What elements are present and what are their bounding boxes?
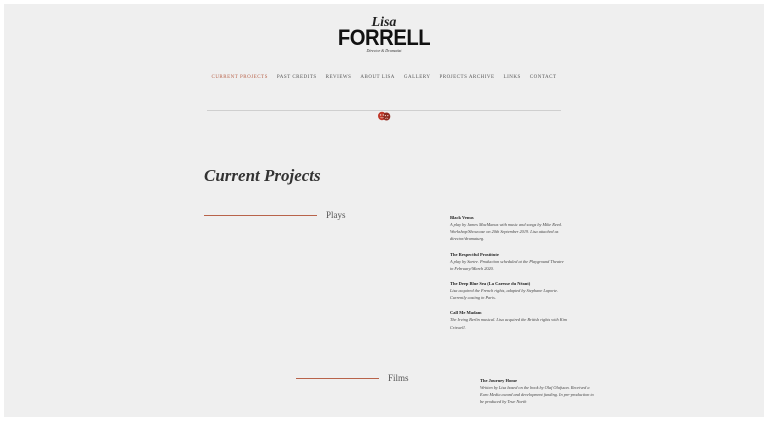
project-item: The Journey Home Written by Lisa based o… <box>480 377 598 406</box>
project-title: The Deep Blue Sea (La Caresse du Néant) <box>450 281 531 287</box>
films-section-label: Films <box>388 373 409 383</box>
project-title: Call Me Madam <box>450 310 482 316</box>
project-item: Call Me Madam The Irving Berlin musical.… <box>450 309 568 330</box>
project-title: The Journey Home <box>480 378 517 383</box>
page: Lisa FORRELL Director & Dramatist CURREN… <box>4 4 764 417</box>
nav-past-credits[interactable]: PAST CREDITS <box>277 75 317 80</box>
page-title: Current Projects <box>204 166 321 185</box>
nav-gallery[interactable]: GALLERY <box>404 75 431 80</box>
main-nav: CURRENT PROJECTS PAST CREDITS REVIEWS AB… <box>4 75 764 80</box>
logo-tagline: Director & Dramatist <box>366 48 402 53</box>
films-section-rule <box>296 378 379 379</box>
project-item: Black Venus A play by James MacManus wit… <box>450 214 568 243</box>
films-project-list: The Journey Home Written by Lisa based o… <box>480 377 598 414</box>
nav-current-projects[interactable]: CURRENT PROJECTS <box>211 75 267 80</box>
nav-about-lisa[interactable]: ABOUT LISA <box>360 75 395 80</box>
plays-project-list: Black Venus A play by James MacManus wit… <box>450 214 568 339</box>
project-item: The Deep Blue Sea (La Caresse du Néant) … <box>450 280 568 301</box>
nav-reviews[interactable]: REVIEWS <box>326 75 352 80</box>
plays-section-label: Plays <box>326 210 346 220</box>
project-description: Written by Lisa based on the book by Ola… <box>480 385 594 405</box>
project-title: The Respectful Prostitute <box>450 251 499 257</box>
project-item: The Respectful Prostitute A play by Sart… <box>450 251 568 272</box>
nav-contact[interactable]: CONTACT <box>530 75 557 80</box>
nav-links[interactable]: LINKS <box>504 75 521 80</box>
project-title: Black Venus <box>450 215 474 220</box>
project-description: A play by James MacManus with music and … <box>450 222 562 242</box>
project-description: A play by Sartre. Production scheduled a… <box>450 258 564 271</box>
theatre-masks-icon <box>378 111 391 121</box>
plays-section-rule <box>204 215 317 216</box>
nav-projects-archive[interactable]: PROJECTS ARCHIVE <box>439 75 494 80</box>
project-description: The Irving Berlin musical. Lisa acquired… <box>450 317 567 330</box>
project-description: Lisa acquired the French rights, adapted… <box>450 288 559 301</box>
